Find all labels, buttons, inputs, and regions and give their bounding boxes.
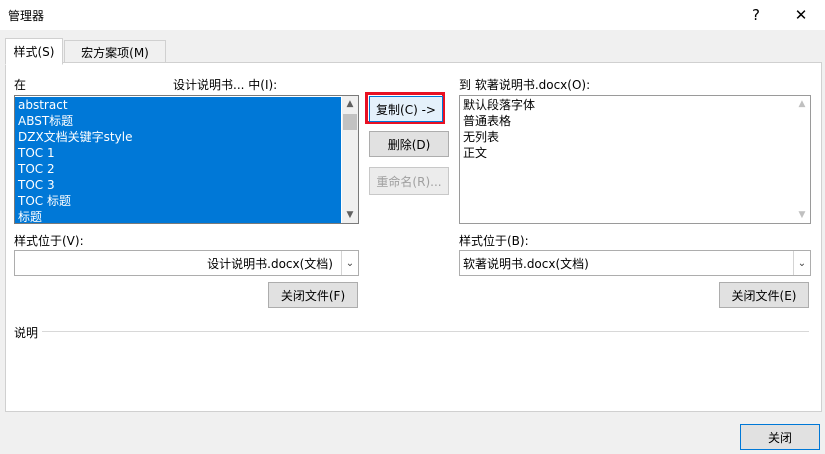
target-item[interactable]: 无列表 xyxy=(460,129,793,145)
source-item[interactable]: TOC 3 xyxy=(15,177,341,193)
tab-styles[interactable]: 样式(S) xyxy=(5,38,63,65)
target-doc-label: 到 软著说明书.docx(O): xyxy=(459,78,591,92)
source-item[interactable]: 标题 xyxy=(15,209,341,223)
source-styles-items: abstract ABST标题 DZX文档关键字style TOC 1 TOC 2 TOC… xyxy=(15,97,341,223)
source-item[interactable]: DZX文档关键字style xyxy=(15,129,341,145)
description-label: 说明 xyxy=(14,326,39,340)
window-title: 管理器 xyxy=(8,9,45,23)
scroll-up-icon[interactable]: ▲ xyxy=(794,96,810,112)
chevron-down-icon[interactable]: ⌄ xyxy=(341,251,358,275)
title-bar xyxy=(0,0,825,30)
source-location-combo[interactable]: 设计说明书.docx(文档) ⌄ xyxy=(14,250,359,276)
source-item[interactable]: abstract xyxy=(15,97,341,113)
source-item[interactable]: ABST标题 xyxy=(15,113,341,129)
copy-button[interactable]: 复制(C) -> xyxy=(369,96,443,122)
close-button[interactable]: 关闭 xyxy=(740,424,820,450)
source-location-label: 样式位于(V): xyxy=(14,234,84,248)
close-window-button[interactable]: ✕ xyxy=(782,0,820,30)
tab-macros-label: 宏方案项(M) xyxy=(81,45,149,60)
target-item[interactable]: 普通表格 xyxy=(460,113,793,129)
target-location-label: 样式位于(B): xyxy=(459,234,529,248)
source-list-scrollbar[interactable]: ▲ ▼ xyxy=(342,96,358,223)
chevron-down-icon[interactable]: ⌄ xyxy=(793,251,810,275)
close-target-file-button[interactable]: 关闭文件(E) xyxy=(719,282,809,308)
source-item[interactable]: TOC 1 xyxy=(15,145,341,161)
close-source-file-button[interactable]: 关闭文件(F) xyxy=(268,282,358,308)
scroll-down-icon[interactable]: ▼ xyxy=(342,207,358,223)
scroll-thumb[interactable] xyxy=(343,114,357,130)
target-list-scrollbar[interactable]: ▲ ▼ xyxy=(794,96,810,223)
description-separator xyxy=(42,331,809,332)
scroll-down-icon[interactable]: ▼ xyxy=(794,207,810,223)
target-item[interactable]: 正文 xyxy=(460,145,793,161)
in-label: 在 xyxy=(14,78,27,92)
rename-button[interactable]: 重命名(R)... xyxy=(369,167,449,195)
target-styles-list[interactable]: 默认段落字体 普通表格 无列表 正文 ▲ ▼ xyxy=(459,95,811,224)
source-styles-list[interactable]: abstract ABST标题 DZX文档关键字style TOC 1 TOC 2 TOC… xyxy=(14,95,359,224)
source-item[interactable]: TOC 标题 xyxy=(15,193,341,209)
scroll-up-icon[interactable]: ▲ xyxy=(342,96,358,112)
tab-macros[interactable]: 宏方案项(M) xyxy=(64,40,166,64)
help-button[interactable]: ? xyxy=(737,0,775,30)
source-doc-label: 设计说明书... 中(I): xyxy=(173,78,278,92)
source-item[interactable]: TOC 2 xyxy=(15,161,341,177)
target-styles-items: 默认段落字体 普通表格 无列表 正文 xyxy=(460,97,793,161)
tab-styles-label: 样式(S) xyxy=(13,45,55,59)
target-location-combo[interactable]: 软著说明书.docx(文档) ⌄ xyxy=(459,250,811,276)
target-location-value: 软著说明书.docx(文档) xyxy=(463,256,589,271)
target-item[interactable]: 默认段落字体 xyxy=(460,97,793,113)
source-location-value: 设计说明书.docx(文档) xyxy=(207,256,333,271)
delete-button[interactable]: 删除(D) xyxy=(369,131,449,157)
